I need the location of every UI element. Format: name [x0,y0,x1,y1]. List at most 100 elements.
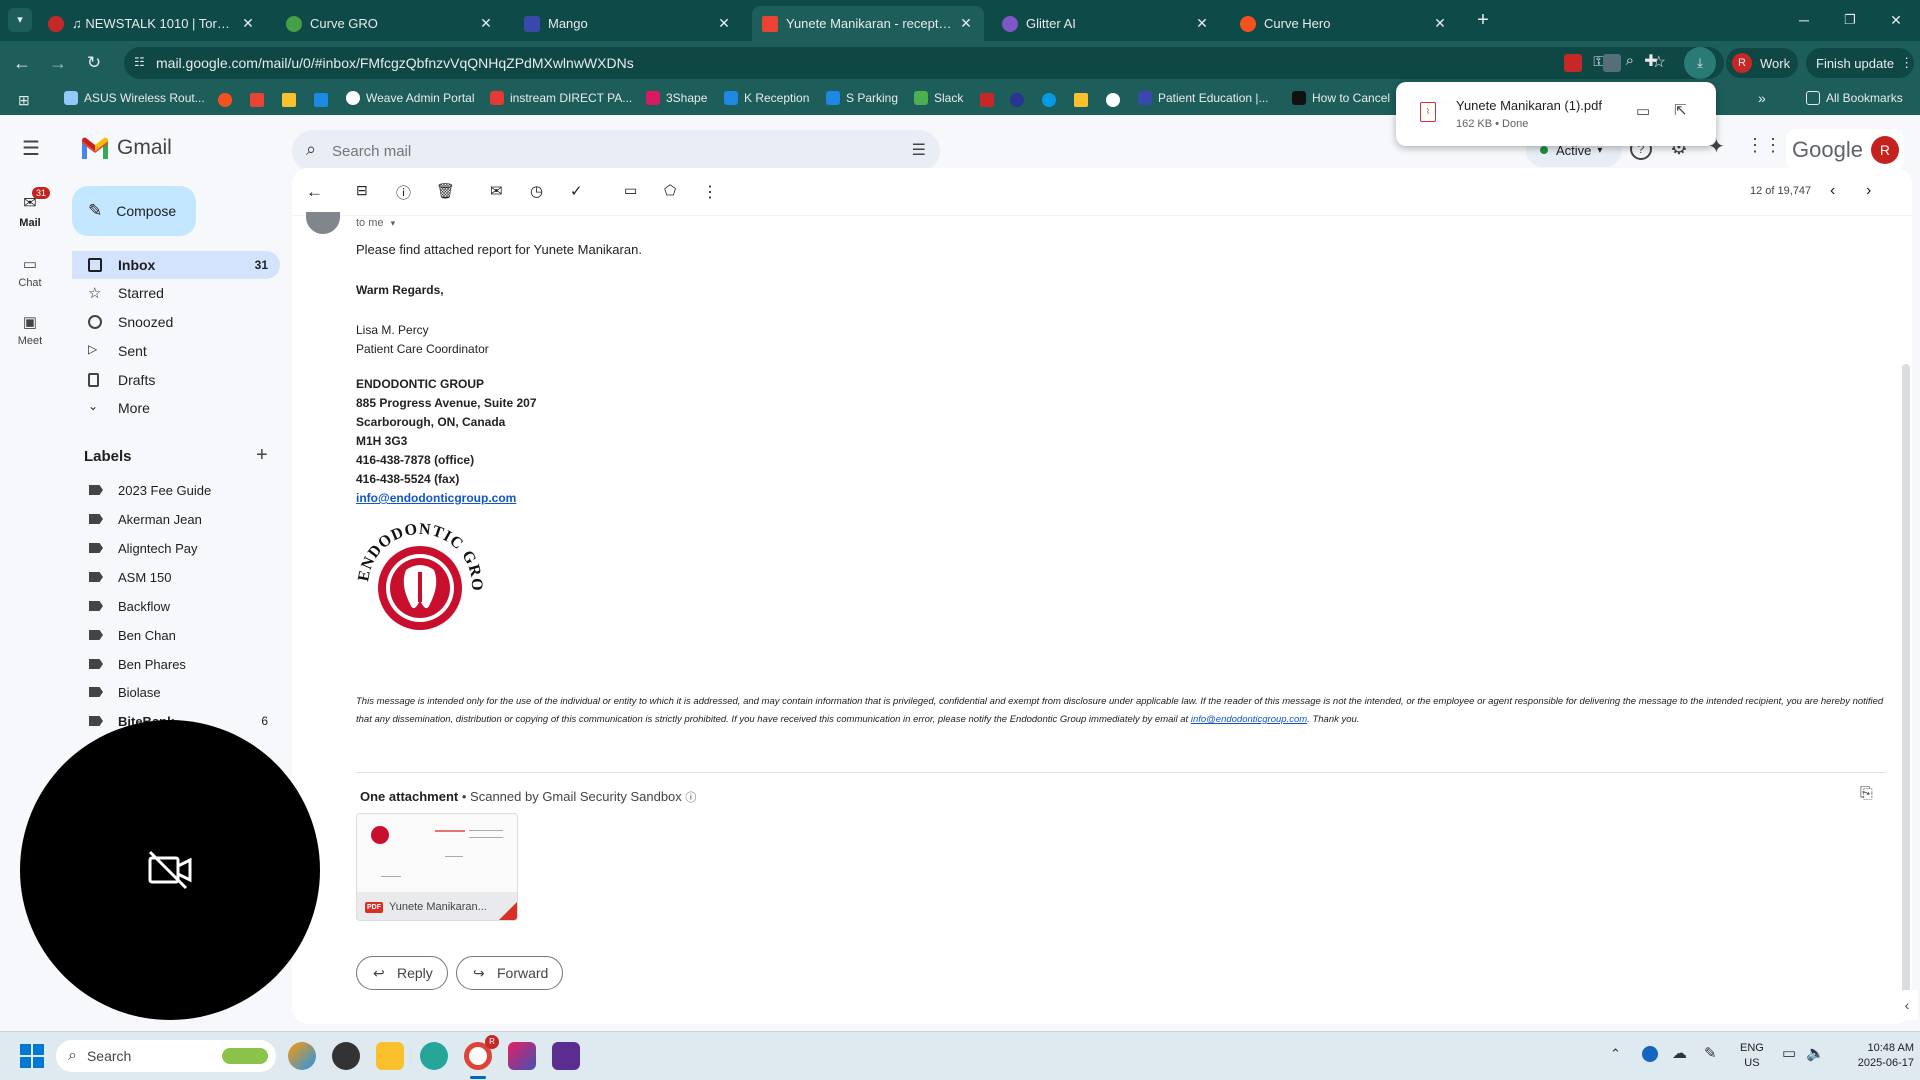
bookmark-patient-education[interactable]: Patient Education |... [1138,91,1269,105]
chevron-left-icon[interactable]: ‹ [1830,182,1848,200]
bookmark-weave[interactable]: Weave Admin Portal [346,91,475,105]
downloads-button[interactable]: ⤓ [1684,47,1716,79]
apps-grid-icon[interactable]: ⊞ [18,92,30,109]
label-item[interactable]: Backflow [72,592,280,620]
label-item[interactable]: 2023 Fee Guide [72,476,280,504]
tab-curve-hero[interactable]: Curve Hero ✕ [1230,6,1458,41]
open-external-icon[interactable]: ⇱ [1674,101,1687,119]
close-icon[interactable]: ✕ [716,15,732,32]
side-panel-toggle-chevron-icon[interactable]: ‹ [1896,990,1918,1020]
chrome-icon[interactable]: R [464,1035,499,1070]
address-bar[interactable]: ☷ mail.google.com/mail/u/0/#inbox/FMfcgz… [124,47,1724,79]
clock[interactable]: 10:48 AM 2025-06-17 [1834,1041,1914,1071]
bookmark-instream[interactable]: instream DIRECT PA... [490,91,632,105]
bookmark-icon-m[interactable] [1010,93,1024,107]
chevron-right-icon[interactable]: › [1866,182,1884,200]
close-icon[interactable]: ✕ [958,15,974,32]
snooze-clock-icon[interactable]: ◷ [530,182,548,200]
disclaimer-email-link[interactable]: info@endodonticgroup.com [1191,714,1307,725]
attachment-card[interactable]: PDF Yunete Manikaran... [356,813,518,921]
bookmark-3shape[interactable]: 3Shape [646,91,707,105]
bookmark-icon-calendar[interactable] [314,93,328,107]
bookmark-icon-orange[interactable] [218,93,232,107]
tab-curve-gro[interactable]: Curve GRO ✕ [276,6,504,41]
email-link[interactable]: info@endodonticgroup.com [356,491,516,505]
search-options-icon[interactable]: ☰ [912,140,926,160]
extension-icon-1[interactable] [1564,54,1582,72]
bookmark-icon-red[interactable] [980,93,994,107]
file-explorer-icon[interactable] [376,1042,404,1070]
minimize-button[interactable]: ─ [1790,8,1818,32]
label-icon[interactable]: ⬠ [664,182,682,200]
report-spam-icon[interactable]: ⓘ [396,182,414,202]
more-bookmarks-chevron-icon[interactable]: » [1758,90,1766,106]
app-icon-dark[interactable] [332,1042,360,1070]
back-button[interactable]: ← [10,51,34,75]
recipient-line[interactable]: to me ▾ [356,217,395,229]
label-item[interactable]: Aligntech Pay [72,534,280,562]
label-item[interactable]: Akerman Jean [72,505,280,533]
nav-inbox[interactable]: Inbox 31 [72,251,280,279]
search-input[interactable] [332,138,852,164]
create-label-plus-icon[interactable]: + [256,444,268,467]
all-bookmarks[interactable]: All Bookmarks [1806,91,1903,105]
bookmark-asus[interactable]: ASUS Wireless Rout... [64,91,205,105]
copilot-icon[interactable] [288,1042,316,1070]
bookmark-icon-circle[interactable] [1106,93,1120,107]
close-icon[interactable]: ✕ [478,15,494,32]
nav-more[interactable]: ⌄ More [72,394,280,422]
bookmark-icon-gmail[interactable] [250,93,264,107]
bookmark-icon-drive2[interactable] [1074,93,1088,107]
chevron-up-icon[interactable]: ⌃ [1610,1046,1621,1062]
video-preview-bubble[interactable] [20,720,320,1020]
bookmark-icon-edge[interactable] [1042,93,1056,107]
volume-icon[interactable]: 🔈 [1806,1044,1825,1062]
bookmark-s-parking[interactable]: S Parking [826,91,898,105]
extension-icon-2[interactable] [1603,54,1621,72]
tab-gmail[interactable]: Yunete Manikaran - reception@ ✕ [752,6,984,41]
download-filename[interactable]: Yunete Manikaran (1).pdf [1456,98,1602,113]
reload-button[interactable]: ↻ [82,51,106,75]
nav-starred[interactable]: ☆ Starred [72,279,280,307]
compose-button[interactable]: ✎ Compose [72,186,196,236]
microsoft-365-icon[interactable] [508,1042,536,1070]
tab-newstalk[interactable]: ♫ NEWSTALK 1010 | Toronto's n ✕ [38,6,266,41]
forward-button[interactable]: → [46,51,70,75]
extensions-puzzle-icon[interactable]: ✚ [1640,51,1662,73]
main-menu-button[interactable]: ☰ [18,137,44,163]
network-icon[interactable]: ▭ [1782,1044,1796,1062]
tab-mango[interactable]: Mango ✕ [514,6,742,41]
windows-start-icon[interactable] [20,1044,44,1068]
bookmark-k-reception[interactable]: K Reception [724,91,809,105]
rail-meet[interactable]: ▣ Meet [4,313,56,347]
label-item[interactable]: Ben Phares [72,650,280,678]
back-to-inbox-arrow-icon[interactable]: ← [306,182,324,201]
move-to-folder-icon[interactable]: ▭ [624,182,642,200]
new-tab-button[interactable]: + [1470,8,1496,34]
info-icon[interactable]: ⓘ [685,792,696,804]
label-item[interactable]: Ben Chan [72,621,280,649]
bookmark-icon-drive[interactable] [282,93,296,107]
bookmark-how-to-cancel[interactable]: How to Cancel [1292,91,1390,105]
mark-unread-icon[interactable]: ✉ [490,182,508,200]
zoom-icon[interactable]: ⌕ [1626,52,1634,69]
tab-search-button[interactable]: ▾ [8,8,32,32]
app-icon-green[interactable] [420,1042,448,1070]
label-item[interactable]: ASM 150 [72,563,280,591]
language-indicator[interactable]: ENG US [1740,1041,1764,1071]
nav-sent[interactable]: ▷ Sent [72,337,280,365]
close-icon[interactable]: ✕ [1194,15,1210,32]
forward-button[interactable]: ↪ Forward [456,956,564,990]
add-to-drive-icon[interactable]: ⎘ [1860,785,1873,803]
search-bar[interactable]: ⌕ ☰ [292,130,940,172]
bookmark-slack[interactable]: Slack [914,91,963,105]
finish-update-button[interactable]: Finish update ⋮ [1806,48,1914,78]
taskbar-search[interactable]: ⌕ Search [56,1040,276,1072]
app-icon-purple[interactable] [552,1042,580,1070]
more-vert-icon[interactable]: ⋮ [702,182,720,201]
show-in-folder-icon[interactable]: ▭ [1636,102,1650,120]
tab-glitter-ai[interactable]: Glitter AI ✕ [992,6,1220,41]
close-window-button[interactable]: ✕ [1882,8,1910,32]
label-item[interactable]: Biolase [72,678,280,706]
search-icon[interactable]: ⌕ [306,139,316,160]
